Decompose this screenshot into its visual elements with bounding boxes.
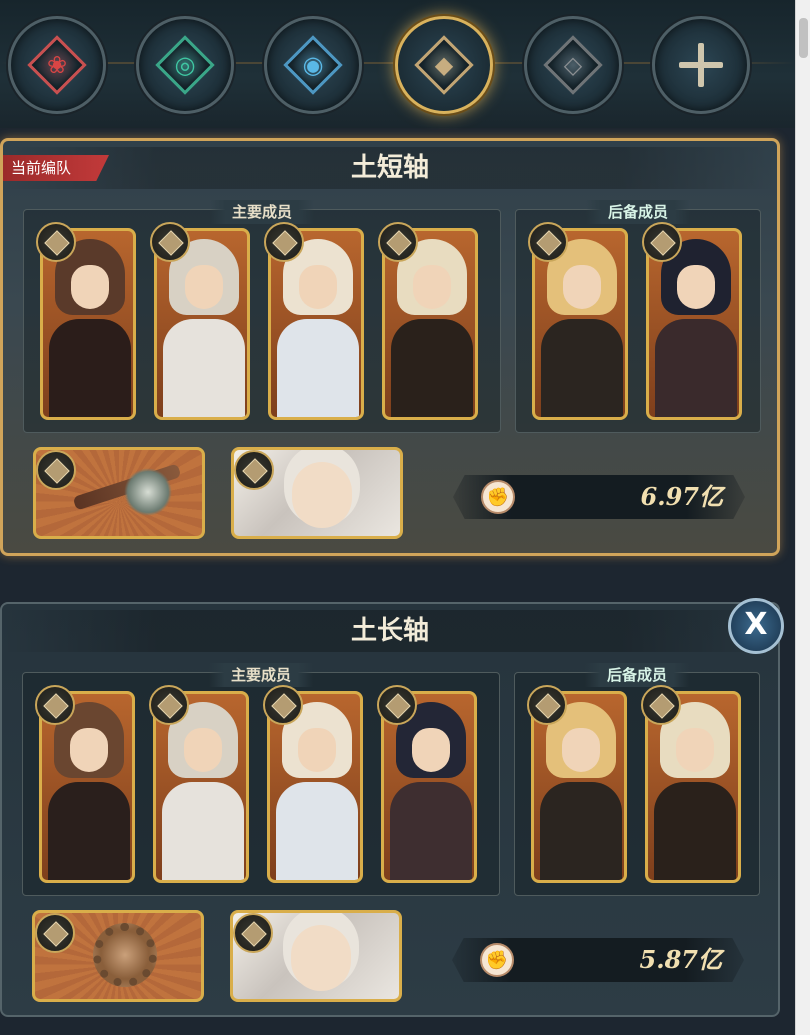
axe-head bbox=[124, 468, 172, 516]
reserve-members-label: 后备成员 bbox=[585, 200, 691, 224]
reserve-members-group: 后备成员 bbox=[515, 200, 761, 433]
element-filter-bar: ❀ ◎ ◉ ◆ ◇ bbox=[0, 0, 795, 128]
element-tab-earth[interactable]: ◆ bbox=[395, 16, 493, 114]
character-outfit bbox=[541, 319, 623, 417]
earth-icon: ◆ bbox=[434, 51, 454, 79]
character-outfit bbox=[163, 319, 245, 417]
team-title: 土长轴 bbox=[2, 610, 778, 652]
team-card-1[interactable]: 当前编队 土短轴 主要成员 后备成员 ✊ 6.97亿 bbox=[0, 138, 780, 556]
element-tab-add[interactable] bbox=[652, 16, 750, 114]
character-face bbox=[184, 728, 222, 772]
character-outfit bbox=[277, 319, 359, 417]
element-tab-void[interactable]: ◇ bbox=[524, 16, 622, 114]
main-members-group: 主要成员 bbox=[23, 200, 501, 433]
character-outfit bbox=[162, 782, 244, 880]
earth-element-icon bbox=[377, 685, 417, 725]
character-face bbox=[676, 728, 714, 772]
ring-weapon bbox=[93, 923, 157, 987]
main-members-group: 主要成员 bbox=[22, 663, 500, 896]
fist-icon: ✊ bbox=[481, 480, 515, 514]
character-outfit bbox=[540, 782, 622, 880]
reserve-members-label: 后备成员 bbox=[584, 663, 690, 687]
earth-element-icon bbox=[263, 685, 303, 725]
echo-slot[interactable] bbox=[230, 910, 402, 1002]
earth-element-icon bbox=[36, 450, 76, 490]
element-tab-water[interactable]: ◉ bbox=[264, 16, 362, 114]
void-icon: ◇ bbox=[563, 51, 583, 79]
earth-element-icon bbox=[378, 222, 418, 262]
current-team-badge: 当前编队 bbox=[3, 155, 109, 181]
earth-element-icon bbox=[641, 685, 681, 725]
earth-element-icon bbox=[150, 222, 190, 262]
character-outfit bbox=[391, 319, 473, 417]
character-face bbox=[677, 265, 715, 309]
plus-icon bbox=[698, 43, 704, 87]
fist-icon: ✊ bbox=[480, 943, 514, 977]
echo-slot[interactable] bbox=[231, 447, 403, 539]
reserve-members-group: 后备成员 bbox=[514, 663, 760, 896]
earth-element-icon bbox=[35, 913, 75, 953]
earth-element-icon bbox=[264, 222, 304, 262]
team-power-value: 5.87亿 bbox=[639, 945, 722, 974]
earth-element-icon bbox=[642, 222, 682, 262]
main-members-label: 主要成员 bbox=[209, 200, 315, 224]
character-face bbox=[298, 728, 336, 772]
character-face bbox=[70, 728, 108, 772]
character-face bbox=[412, 728, 450, 772]
weapon-slot[interactable] bbox=[33, 447, 205, 539]
character-outfit bbox=[654, 782, 736, 880]
earth-element-icon bbox=[149, 685, 189, 725]
echo-portrait bbox=[291, 925, 351, 991]
earth-element-icon bbox=[527, 685, 567, 725]
team-power-value: 6.97亿 bbox=[640, 482, 723, 511]
team-card-2[interactable]: 土长轴 X 主要成员 后备成员 ✊ 5.87亿 bbox=[0, 598, 784, 1017]
earth-element-icon bbox=[35, 685, 75, 725]
earth-element-icon bbox=[36, 222, 76, 262]
character-outfit bbox=[655, 319, 737, 417]
water-icon: ◉ bbox=[302, 51, 324, 79]
character-face bbox=[299, 265, 337, 309]
character-face bbox=[563, 265, 601, 309]
character-outfit bbox=[276, 782, 358, 880]
scrollbar-thumb[interactable] bbox=[799, 18, 808, 58]
earth-element-icon bbox=[528, 222, 568, 262]
character-face bbox=[71, 265, 109, 309]
team-title: 土短轴 bbox=[3, 147, 777, 189]
character-face bbox=[413, 265, 451, 309]
character-outfit bbox=[48, 782, 130, 880]
earth-element-icon bbox=[234, 450, 274, 490]
main-members-label: 主要成员 bbox=[208, 663, 314, 687]
scrollbar[interactable] bbox=[795, 0, 810, 1035]
fire-icon: ❀ bbox=[46, 51, 68, 79]
wind-icon: ◎ bbox=[174, 51, 196, 79]
earth-element-icon bbox=[233, 913, 273, 953]
character-outfit bbox=[49, 319, 131, 417]
delete-team-button[interactable]: X bbox=[728, 598, 784, 654]
element-tab-wind[interactable]: ◎ bbox=[136, 16, 234, 114]
weapon-slot[interactable] bbox=[32, 910, 204, 1002]
character-face bbox=[185, 265, 223, 309]
character-outfit bbox=[390, 782, 472, 880]
echo-portrait bbox=[292, 462, 352, 528]
character-face bbox=[562, 728, 600, 772]
element-tab-fire[interactable]: ❀ bbox=[8, 16, 106, 114]
